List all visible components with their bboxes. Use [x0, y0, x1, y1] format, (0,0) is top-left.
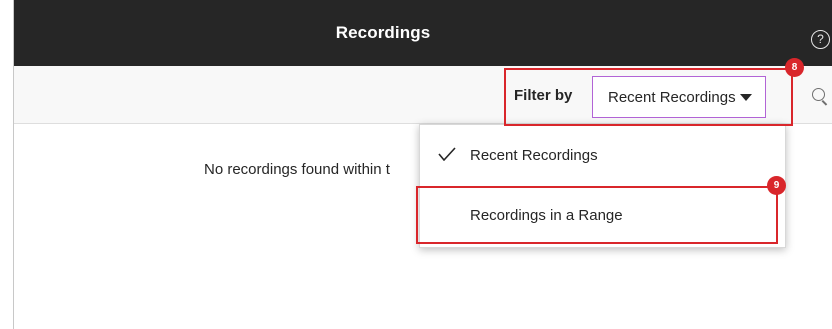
recordings-panel: Recordings ? Filter by Recent Recordings…	[13, 0, 832, 329]
help-icon[interactable]: ?	[811, 30, 830, 49]
checkmark-icon	[438, 147, 456, 161]
empty-state-message: No recordings found within t	[204, 161, 390, 178]
annotation-badge-9: 9	[767, 176, 786, 195]
dropdown-item-label: Recent Recordings	[470, 146, 598, 164]
dropdown-item-recent-recordings[interactable]: Recent Recordings	[420, 125, 785, 185]
search-icon[interactable]	[812, 88, 825, 101]
header-bar: Recordings ?	[14, 0, 832, 66]
annotation-box-9	[416, 186, 778, 244]
annotation-badge-8: 8	[785, 58, 804, 77]
annotation-box-8	[504, 68, 793, 126]
page-title: Recordings	[335, 23, 431, 42]
